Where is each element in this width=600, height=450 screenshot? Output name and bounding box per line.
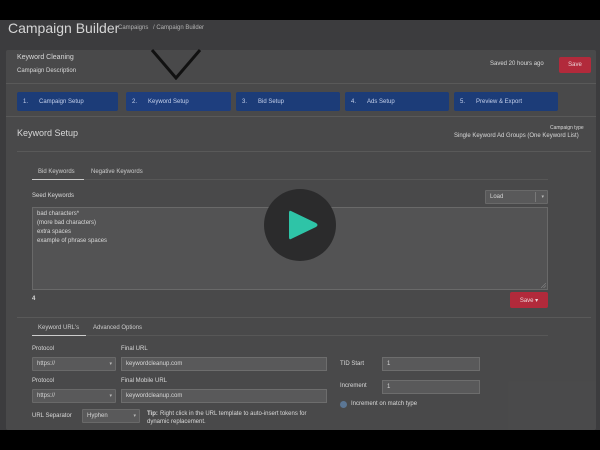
step-preview-export[interactable]: 5. Preview & Export [454, 92, 558, 111]
increment-on-match-radio[interactable] [340, 401, 347, 408]
seed-line: example of phrase spaces [37, 238, 108, 244]
tab-keyword-urls[interactable]: Keyword URL's [38, 325, 79, 331]
protocol-mobile-select-value: https:// [37, 393, 56, 399]
protocol-mobile-label: Protocol [32, 378, 55, 384]
divider [86, 335, 548, 336]
select-separator [535, 192, 536, 202]
increment-label: Increment [340, 383, 367, 389]
step-keyword-setup[interactable]: 2. Keyword Setup [126, 92, 231, 111]
final-url-input[interactable]: keywordcleanup.com [121, 357, 327, 371]
seed-line: (more bad characters) [37, 220, 97, 226]
tip-bold: Tip: [147, 411, 158, 417]
step-campaign-setup[interactable]: 1. Campaign Setup [17, 92, 118, 111]
divider [6, 83, 596, 84]
final-url-label: Final URL [121, 346, 148, 352]
campaign-type-value: Single Keyword Ad Groups (One Keyword Li… [454, 133, 579, 139]
divider [17, 317, 591, 318]
step-label: Campaign Setup [39, 98, 84, 105]
section-title: Keyword Setup [17, 128, 79, 138]
protocol-select-value: https:// [37, 361, 56, 367]
chevron-down-icon: ▾ [541, 194, 544, 200]
step-label: Keyword Setup [148, 98, 189, 105]
divider [84, 179, 548, 180]
final-mobile-url-label: Final Mobile URL [121, 378, 168, 384]
campaign-name: Keyword Cleaning [17, 54, 74, 61]
step-number: 2. [132, 98, 138, 105]
divider [6, 116, 596, 117]
url-separator-select[interactable]: Hyphen ▾ [82, 409, 140, 423]
seed-keywords-label: Seed Keywords [32, 193, 75, 199]
step-label: Preview & Export [476, 98, 523, 105]
step-number: 1. [23, 98, 29, 105]
load-select[interactable]: Load ▾ [485, 190, 548, 204]
seed-line: extra spaces [37, 229, 72, 235]
play-button[interactable] [264, 189, 336, 261]
page-header: Campaign Builder Campaigns / Campaign Bu… [0, 20, 600, 50]
step-ads-setup[interactable]: 4. Ads Setup [345, 92, 449, 111]
increment-on-match-label: Increment on match type [351, 401, 418, 407]
load-select-value: Load [490, 194, 504, 200]
chevron-down-icon[interactable] [150, 48, 202, 80]
tip-text: Right click in the URL template to auto-… [160, 411, 307, 417]
tab-negative-keywords[interactable]: Negative Keywords [91, 169, 143, 175]
campaign-description[interactable]: Campaign Description [17, 68, 76, 74]
chevron-down-icon: ▾ [109, 361, 112, 367]
video-frame: Campaign Builder Campaigns / Campaign Bu… [0, 20, 600, 430]
step-number: 3. [242, 98, 248, 105]
play-icon [289, 210, 318, 240]
final-mobile-url-input[interactable]: keywordcleanup.com [121, 389, 327, 403]
tid-start-input[interactable]: 1 [382, 357, 480, 371]
breadcrumb-campaigns[interactable]: Campaigns [118, 25, 148, 31]
tab-bid-keywords[interactable]: Bid Keywords [38, 169, 75, 175]
step-bid-setup[interactable]: 3. Bid Setup [236, 92, 340, 111]
tip-text-line2: dynamic replacement. [147, 419, 206, 425]
save-button[interactable]: Save [559, 57, 591, 73]
url-separator-select-value: Hyphen [87, 413, 108, 419]
save-dropdown-button[interactable]: Save ▾ [510, 292, 548, 308]
breadcrumb-campaign-builder: / Campaign Builder [153, 25, 205, 31]
step-label: Bid Setup [258, 98, 285, 105]
chevron-down-icon: ▾ [109, 393, 112, 399]
url-separator-label: URL Separator [32, 413, 72, 419]
protocol-select[interactable]: https:// ▾ [32, 357, 116, 371]
seed-line: bad characters* [37, 211, 80, 217]
step-number: 5. [460, 98, 466, 105]
protocol-label: Protocol [32, 346, 55, 352]
step-label: Ads Setup [367, 98, 395, 105]
saved-status: Saved 20 hours ago [490, 61, 544, 67]
keyword-count: 4 [32, 296, 36, 302]
campaign-type-label: Campaign type [550, 125, 584, 131]
tab-active-indicator [32, 335, 86, 336]
resize-handle-icon[interactable] [541, 283, 546, 288]
tid-start-label: TID Start [340, 361, 365, 367]
protocol-mobile-select[interactable]: https:// ▾ [32, 389, 116, 403]
page-title: Campaign Builder [8, 20, 120, 36]
tab-advanced-options[interactable]: Advanced Options [93, 325, 142, 331]
tab-active-indicator [32, 179, 84, 180]
chevron-down-icon: ▾ [133, 413, 136, 419]
divider [17, 151, 591, 152]
increment-input[interactable]: 1 [382, 380, 480, 394]
step-number: 4. [351, 98, 357, 105]
